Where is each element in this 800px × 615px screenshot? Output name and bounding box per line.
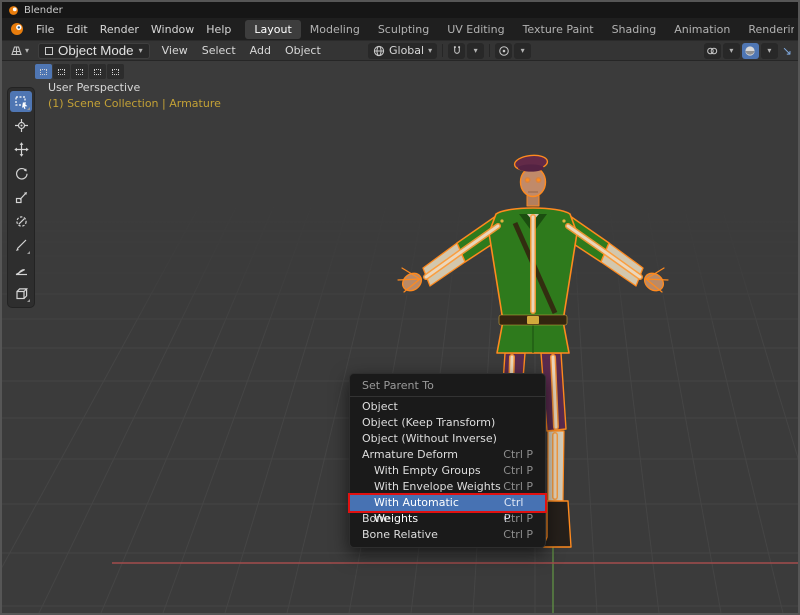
menubar: File Edit Render Window Help Layout Mode… [2, 18, 798, 40]
tab-sculpting[interactable]: Sculpting [369, 20, 438, 39]
set-parent-menu: Set Parent To Object Object (Keep Transf… [349, 373, 546, 548]
menu-separator [350, 396, 545, 397]
tool-move[interactable] [10, 139, 32, 160]
menu-item-object[interactable]: Object [350, 399, 545, 415]
orientation-label: Global [389, 44, 424, 57]
shading-sphere-icon [744, 45, 756, 57]
snap-dropdown[interactable]: ▾ [467, 43, 484, 59]
show-gizmo-toggle[interactable] [704, 43, 721, 59]
select-set-icon [40, 69, 47, 75]
view-perspective-label: User Perspective [48, 80, 221, 96]
viewport-overlay-text: User Perspective (1) Scene Collection | … [48, 80, 221, 112]
select-mode-set-button[interactable] [35, 64, 52, 79]
proportional-falloff-dropdown[interactable]: ▾ [514, 43, 531, 59]
chevron-down-icon: ▾ [25, 47, 29, 55]
select-invert-icon [94, 69, 101, 75]
menu-window[interactable]: Window [145, 21, 200, 38]
navigate-gizmo-icon[interactable]: ↘ [780, 44, 794, 58]
blender-menu-icon[interactable] [10, 22, 24, 36]
menu-file[interactable]: File [30, 21, 60, 38]
gizmo-icon [706, 45, 718, 57]
globe-icon [373, 45, 385, 57]
tab-shading[interactable]: Shading [603, 20, 666, 39]
tool-scale[interactable] [10, 187, 32, 208]
menu-item-with-envelope-weights[interactable]: With Envelope WeightsCtrl P [350, 479, 545, 495]
tab-texture-paint[interactable]: Texture Paint [514, 20, 603, 39]
chevron-down-icon: ▾ [139, 47, 143, 55]
menu-item-object-keep-transform[interactable]: Object (Keep Transform) [350, 415, 545, 431]
menu-view[interactable]: View [156, 42, 194, 59]
divider [489, 44, 490, 57]
select-mode-invert-button[interactable] [89, 64, 106, 79]
tab-modeling[interactable]: Modeling [301, 20, 369, 39]
gizmo-dropdown[interactable]: ▾ [723, 43, 740, 59]
select-mode-extend-button[interactable] [53, 64, 70, 79]
menu-edit[interactable]: Edit [60, 21, 93, 38]
select-subtract-icon [76, 69, 83, 75]
proportional-circle-icon [498, 45, 510, 57]
editor-type-button[interactable]: ▾ [7, 43, 32, 58]
menu-add[interactable]: Add [244, 42, 277, 59]
shading-solid-toggle[interactable] [742, 43, 759, 59]
add-cube-icon [14, 286, 29, 301]
tab-uv-editing[interactable]: UV Editing [438, 20, 513, 39]
annotate-pen-icon [14, 238, 29, 253]
select-extend-icon [58, 69, 65, 75]
transform-orientation-dropdown[interactable]: Global ▾ [368, 43, 437, 59]
object-mode-label: Object Mode [58, 43, 134, 58]
select-mode-subtract-button[interactable] [71, 64, 88, 79]
select-intersect-icon [112, 69, 119, 75]
divider [442, 44, 443, 57]
tab-layout[interactable]: Layout [245, 20, 300, 39]
menu-item-bone-relative[interactable]: Bone RelativeCtrl P [350, 527, 545, 543]
move-icon [14, 142, 29, 157]
blender-window: Blender File Edit Render Window Help Lay… [0, 0, 800, 615]
tool-rotate[interactable] [10, 163, 32, 184]
viewport-header: ▾ Object Mode ▾ View Select Add Object G… [2, 40, 798, 61]
snap-magnet-toggle[interactable] [448, 43, 465, 59]
tool-measure[interactable] [10, 259, 32, 280]
toolbar [7, 87, 35, 308]
tab-animation[interactable]: Animation [665, 20, 739, 39]
tab-rendering[interactable]: Rendering [739, 20, 794, 39]
menu-item-object-without-inverse[interactable]: Object (Without Inverse) [350, 431, 545, 447]
tool-cursor[interactable] [10, 115, 32, 136]
tool-select-box[interactable] [10, 91, 32, 112]
object-mode-dropdown[interactable]: Object Mode ▾ [38, 43, 150, 59]
menu-title: Set Parent To [350, 378, 545, 394]
blender-logo-icon [8, 5, 19, 16]
menu-item-armature-deform[interactable]: Armature DeformCtrl P [350, 447, 545, 463]
window-title: Blender [24, 5, 63, 16]
scale-icon [14, 190, 29, 205]
magnet-icon [451, 45, 463, 57]
distance-fog [2, 199, 798, 339]
menu-item-with-empty-groups[interactable]: With Empty GroupsCtrl P [350, 463, 545, 479]
measure-icon [14, 262, 29, 277]
viewport-3d[interactable]: User Perspective (1) Scene Collection | … [2, 61, 798, 613]
menu-select[interactable]: Select [196, 42, 242, 59]
tool-add-cube[interactable] [10, 283, 32, 304]
workspace-tabs: Layout Modeling Sculpting UV Editing Tex… [245, 18, 794, 40]
chevron-down-icon: ▾ [428, 47, 432, 55]
select-mode-intersect-button[interactable] [107, 64, 124, 79]
menu-render[interactable]: Render [94, 21, 145, 38]
menu-item-with-automatic-weights[interactable]: With Automatic WeightsCtrl P [350, 495, 545, 511]
select-box-icon [14, 94, 29, 109]
menu-object[interactable]: Object [279, 42, 327, 59]
menu-help[interactable]: Help [200, 21, 237, 38]
titlebar: Blender [2, 2, 798, 18]
breadcrumb: (1) Scene Collection | Armature [48, 96, 221, 112]
object-mode-icon [45, 47, 53, 55]
menu-item-bone[interactable]: BoneCtrl P [350, 511, 545, 527]
select-mode-buttons [35, 64, 124, 79]
rotate-icon [14, 166, 29, 181]
proportional-editing-toggle[interactable] [495, 43, 512, 59]
tool-transform[interactable] [10, 211, 32, 232]
cursor-icon [14, 118, 29, 133]
shading-dropdown[interactable]: ▾ [761, 43, 778, 59]
tool-annotate[interactable] [10, 235, 32, 256]
transform-icon [14, 214, 29, 229]
